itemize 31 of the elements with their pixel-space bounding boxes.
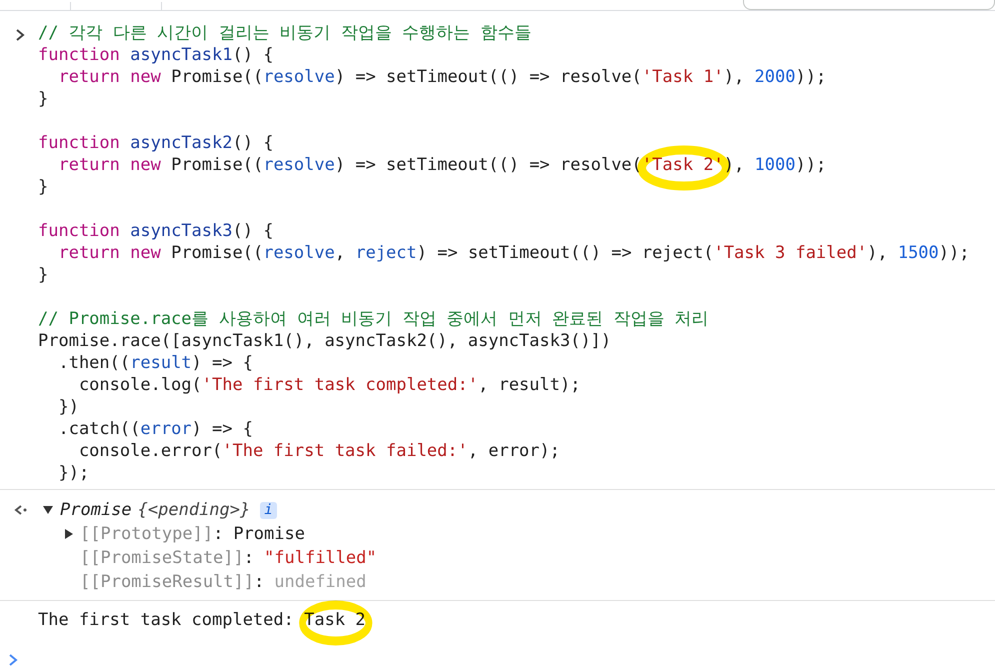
property-key: [[PromiseState]]: <box>80 548 254 568</box>
object-preview: {<pending>} <box>138 500 250 520</box>
expanded-triangle-icon[interactable] <box>42 505 54 515</box>
code-line: }); <box>58 462 90 484</box>
code-line: }) <box>58 396 80 418</box>
prompt-chevron-icon[interactable] <box>8 653 18 667</box>
code-line: function asyncTask1() { <box>38 44 274 66</box>
property-key: [[Prototype]]: <box>80 524 224 544</box>
property-value: Promise <box>233 524 305 544</box>
code-line: .then((result) => { <box>58 352 254 374</box>
property-value: "fulfilled" <box>264 548 377 568</box>
code-line: function asyncTask2() { <box>38 132 274 154</box>
code-line: // 각각 다른 시간이 걸리는 비동기 작업을 수행하는 함수들 <box>38 22 532 44</box>
code-line: return new Promise((resolve) => setTimeout(() => resolve('Task 1'), 2000)); <box>58 66 828 88</box>
object-class-name: Promise <box>60 500 132 520</box>
code-line: } <box>38 88 50 110</box>
code-line: .catch((error) => { <box>58 418 254 440</box>
code-line: } <box>38 264 50 286</box>
expand-triangle-icon[interactable] <box>64 528 74 540</box>
property-value: undefined <box>274 572 366 592</box>
code-line: Promise.race([asyncTask1(), asyncTask2(), asyncTask3()]) <box>38 330 612 352</box>
code-line: console.log('The first task completed:', result); <box>78 374 582 396</box>
return-arrow-icon <box>14 504 28 516</box>
code-line: function asyncTask3() { <box>38 220 274 242</box>
code-line: console.error('The first task failed:', error); <box>78 440 561 462</box>
property-key: [[PromiseResult]]: <box>80 572 264 592</box>
info-badge[interactable]: i <box>260 502 277 518</box>
code-line: return new Promise((resolve, reject) => setTimeout(() => reject('Task 3 failed'), 1500)); <box>58 242 970 264</box>
code-line: // Promise.race를 사용하여 여러 비동기 작업 중에서 먼저 완료된 작업을 처리 <box>38 308 710 330</box>
code-line: } <box>38 176 50 198</box>
chevron-icon <box>15 28 25 42</box>
